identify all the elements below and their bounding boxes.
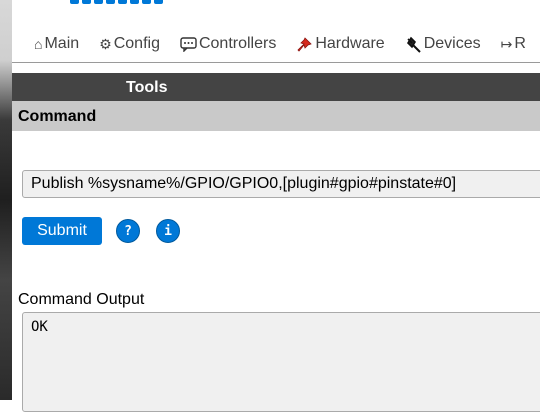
command-output-box[interactable]: OK xyxy=(22,312,540,412)
command-section-header: Command xyxy=(12,101,540,131)
menu-item-config[interactable]: ⚙ Config xyxy=(99,35,160,53)
tools-title: Tools xyxy=(126,79,168,96)
menu-divider xyxy=(12,62,540,63)
menu-item-label: Controllers xyxy=(198,35,277,52)
gear-icon: ⚙ xyxy=(99,35,112,52)
menu-item-controllers[interactable]: Controllers xyxy=(180,35,276,53)
menu-item-label: Hardware xyxy=(315,35,385,52)
help-button[interactable]: ? xyxy=(116,219,140,243)
menu-item-main[interactable]: ⌂ Main xyxy=(34,35,79,53)
command-section-title: Command xyxy=(18,108,97,125)
rules-arrow-icon: ↦ xyxy=(500,35,513,52)
menu-item-hardware[interactable]: Hardware xyxy=(296,35,385,53)
info-button[interactable]: i xyxy=(156,219,180,243)
menu-item-label: Devices xyxy=(423,35,481,52)
menu-item-label: R xyxy=(514,35,526,52)
background-photo xyxy=(0,0,12,400)
pushpin-icon xyxy=(296,36,313,53)
menu-item-label: Config xyxy=(113,35,160,52)
command-input[interactable] xyxy=(22,170,540,198)
site-title-cropped xyxy=(12,0,540,6)
menu-item-devices[interactable]: Devices xyxy=(405,35,481,53)
menu-item-rules[interactable]: ↦ R xyxy=(501,35,526,53)
main-menu: ⌂ Main ⚙ Config Controllers Hardware Dev… xyxy=(12,27,540,61)
speech-bubble-icon xyxy=(180,36,197,52)
page: ⌂ Main ⚙ Config Controllers Hardware Dev… xyxy=(12,0,540,412)
tools-header: Tools xyxy=(12,73,540,101)
home-icon: ⌂ xyxy=(34,36,43,52)
plug-icon xyxy=(405,36,422,53)
menu-item-label: Main xyxy=(44,35,80,52)
question-icon: ? xyxy=(124,223,132,239)
info-icon: i xyxy=(164,223,172,239)
command-output-label: Command Output xyxy=(18,291,145,308)
submit-button[interactable]: Submit xyxy=(22,217,102,245)
